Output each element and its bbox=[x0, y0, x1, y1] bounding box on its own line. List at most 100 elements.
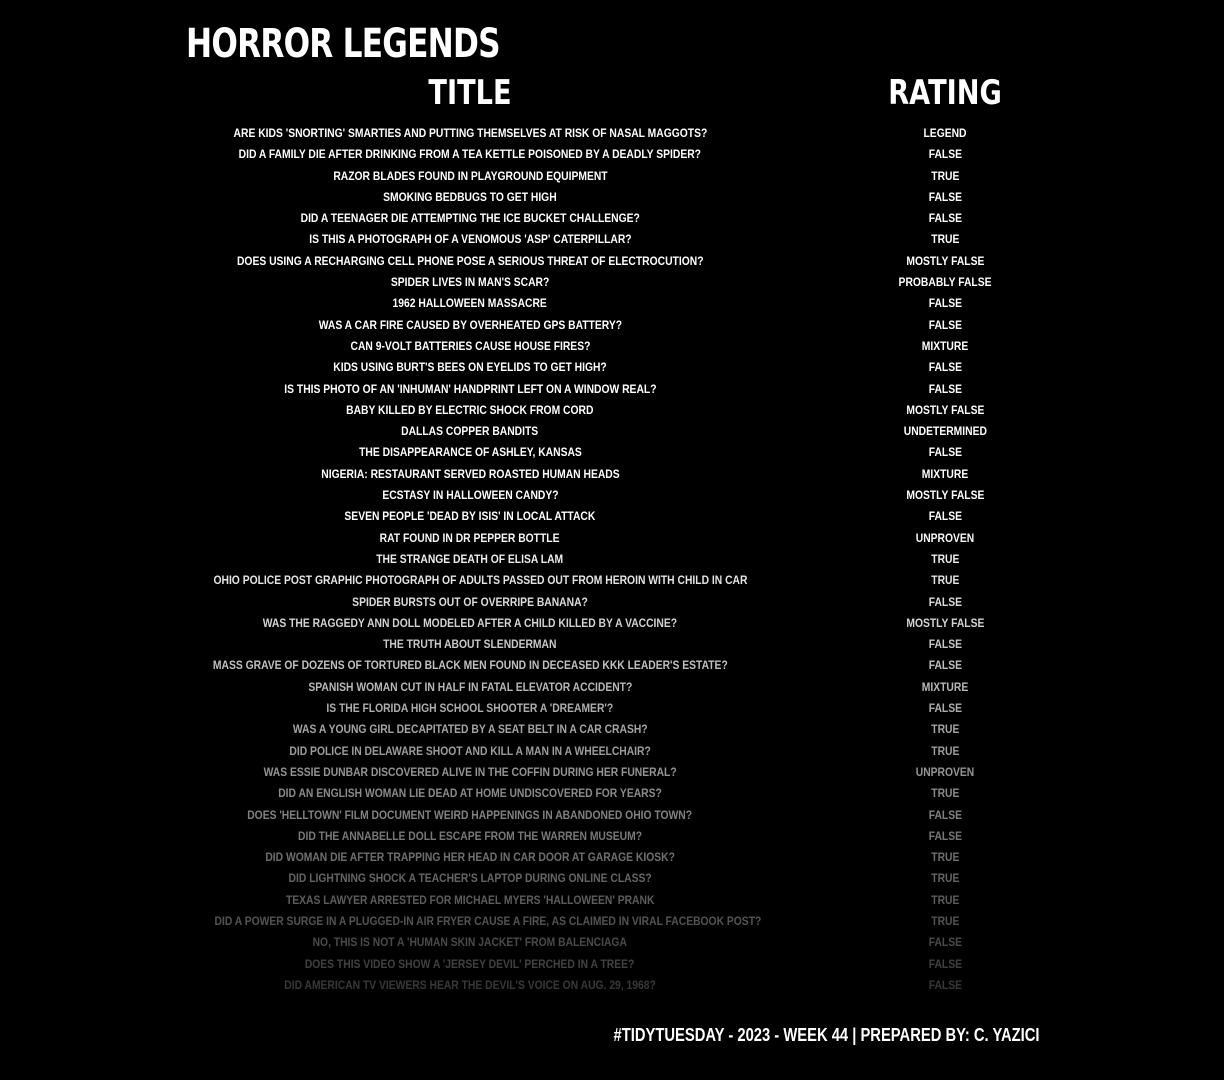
row-rating-text: True bbox=[930, 913, 960, 928]
row-title-text: Is This Photo of an 'Inhuman' Handprint … bbox=[283, 381, 657, 396]
row-title-text: Ecstasy in Halloween Candy? bbox=[381, 488, 559, 503]
row-rating: True bbox=[845, 890, 1045, 911]
table-row: Was Essie Dunbar Discovered Alive in the… bbox=[0, 762, 1224, 783]
row-rating: False bbox=[845, 655, 1045, 676]
row-title: Is the Florida High School Shooter a 'Dr… bbox=[170, 698, 770, 719]
column-header-rating-label: RATING bbox=[888, 73, 1002, 113]
row-rating: False bbox=[845, 144, 1045, 165]
row-title: Does 'Helltown' Film Document Weird Happ… bbox=[170, 805, 770, 826]
row-title: Did a family die after drinking from a t… bbox=[170, 144, 770, 165]
table-row: Seven People 'Dead by ISIS' in Local Att… bbox=[0, 506, 1224, 527]
row-rating: True bbox=[845, 166, 1045, 187]
row-title-text: No, This Is Not a 'Human Skin Jacket' fr… bbox=[312, 935, 628, 950]
row-rating: True bbox=[845, 549, 1045, 570]
row-title-text: Did an English Woman Lie Dead at Home Un… bbox=[278, 786, 662, 801]
row-rating: False bbox=[845, 826, 1045, 847]
row-rating: False bbox=[845, 442, 1045, 463]
row-rating: False bbox=[845, 315, 1045, 336]
row-title-text: Smoking Bedbugs to Get High bbox=[383, 189, 557, 204]
table-row: Are kids 'snorting' Smarties and putting… bbox=[0, 123, 1224, 144]
row-title-text: Did a family die after drinking from a t… bbox=[238, 147, 702, 162]
row-title: Did Lightning Shock a Teacher's Laptop D… bbox=[170, 868, 770, 889]
row-title-text: Is This a Photograph of a Venomous 'Asp'… bbox=[308, 232, 632, 247]
column-header-rating: RATING bbox=[845, 70, 1045, 116]
row-rating-text: True bbox=[930, 871, 960, 886]
table-row: Did the Annabelle Doll Escape from the W… bbox=[0, 826, 1224, 847]
row-rating-text: False bbox=[928, 956, 962, 971]
row-title-text: Seven People 'Dead by ISIS' in Local Att… bbox=[344, 509, 596, 524]
table-row: Was the Raggedy Ann Doll Modeled After a… bbox=[0, 613, 1224, 634]
row-title-text: Does This Video Show a 'Jersey Devil' Pe… bbox=[305, 956, 635, 971]
row-rating-text: False bbox=[928, 317, 962, 332]
table-row: Nigeria: Restaurant Served Roasted Human… bbox=[0, 464, 1224, 485]
row-title-text: Razor Blades Found in Playground Equipme… bbox=[332, 168, 608, 183]
row-title-text: The Strange Death of Elisa Lam bbox=[376, 551, 564, 566]
table-row: Does 'Helltown' Film Document Weird Happ… bbox=[0, 805, 1224, 826]
row-rating-text: Mixture bbox=[921, 338, 969, 353]
row-title: Spider Lives in Man's Scar? bbox=[170, 272, 770, 293]
row-title: Ecstasy in Halloween Candy? bbox=[170, 485, 770, 506]
row-title: Did an English Woman Lie Dead at Home Un… bbox=[170, 783, 770, 804]
row-title: Did American TV Viewers Hear the Devil's… bbox=[170, 975, 770, 996]
row-title-text: Did a Power Surge in a Plugged-In Air Fr… bbox=[214, 913, 762, 928]
row-rating: False bbox=[845, 592, 1045, 613]
row-title: Did Police in Delaware Shoot and Kill a … bbox=[170, 741, 770, 762]
row-title-text: Did Police in Delaware Shoot and Kill a … bbox=[289, 743, 651, 758]
row-rating: Mixture bbox=[845, 677, 1045, 698]
row-rating-text: False bbox=[928, 296, 962, 311]
row-rating-text: False bbox=[928, 701, 962, 716]
table-row: Did a Power Surge in a Plugged-In Air Fr… bbox=[0, 911, 1224, 932]
row-rating-text: Mixture bbox=[921, 466, 969, 481]
table-row: Is This a Photograph of a Venomous 'Asp'… bbox=[0, 229, 1224, 250]
row-title-text: Texas Lawyer Arrested for Michael Myers … bbox=[285, 892, 655, 907]
row-rating-text: False bbox=[928, 381, 962, 396]
row-rating-text: True bbox=[930, 168, 960, 183]
row-title-text: The Truth About Slenderman bbox=[383, 637, 557, 652]
row-rating-text: True bbox=[930, 232, 960, 247]
row-rating-text: False bbox=[928, 828, 962, 843]
row-rating: False bbox=[845, 698, 1045, 719]
table-row: Did Woman Die After Trapping Her Head in… bbox=[0, 847, 1224, 868]
table-row: Did an English Woman Lie Dead at Home Un… bbox=[0, 783, 1224, 804]
row-title-text: Did the Annabelle Doll Escape from the W… bbox=[297, 828, 642, 843]
row-rating: Unproven bbox=[845, 762, 1045, 783]
row-rating-text: False bbox=[928, 189, 962, 204]
row-title: Nigeria: Restaurant Served Roasted Human… bbox=[170, 464, 770, 485]
row-title: The Strange Death of Elisa Lam bbox=[170, 549, 770, 570]
row-title: Kids Using Burt's Bees on Eyelids to Get… bbox=[170, 357, 770, 378]
row-title-text: Spanish Woman Cut in Half in Fatal Eleva… bbox=[308, 679, 632, 694]
row-rating: False bbox=[845, 357, 1045, 378]
row-rating: False bbox=[845, 975, 1045, 996]
row-rating-text: Mostly False bbox=[906, 253, 984, 268]
row-title-text: Was a Car Fire Caused by Overheated GPS … bbox=[318, 317, 622, 332]
row-rating-text: True bbox=[930, 722, 960, 737]
legends-table: Are kids 'snorting' Smarties and putting… bbox=[0, 123, 1224, 996]
table-row: Ohio Police Post Graphic Photograph of A… bbox=[0, 570, 1224, 591]
row-title-text: Spider Bursts Out of Overripe Banana? bbox=[352, 594, 588, 609]
table-row: Can 9-Volt Batteries Cause House Fires? M… bbox=[0, 336, 1224, 357]
row-rating: False bbox=[845, 506, 1045, 527]
row-rating-text: False bbox=[928, 977, 962, 992]
row-rating: Mostly False bbox=[845, 251, 1045, 272]
row-rating-text: False bbox=[928, 147, 962, 162]
row-rating: True bbox=[845, 911, 1045, 932]
row-title: Can 9-Volt Batteries Cause House Fires? bbox=[170, 336, 770, 357]
row-rating-text: Legend bbox=[923, 126, 967, 140]
row-rating-text: True bbox=[930, 786, 960, 801]
row-rating-text: True bbox=[930, 551, 960, 566]
row-rating: Mostly False bbox=[845, 613, 1045, 634]
table-row: Did American TV Viewers Hear the Devil's… bbox=[0, 975, 1224, 996]
row-rating: True bbox=[845, 847, 1045, 868]
table-row: Spider Bursts Out of Overripe Banana? Fal… bbox=[0, 592, 1224, 613]
row-title-text: Was a Young Girl Decapitated by a Seat B… bbox=[292, 722, 648, 737]
row-rating: False bbox=[845, 634, 1045, 655]
row-title-text: Was Essie Dunbar Discovered Alive in the… bbox=[263, 764, 677, 779]
row-rating-text: False bbox=[928, 509, 962, 524]
row-rating: True bbox=[845, 719, 1045, 740]
row-title-text: Can 9-Volt Batteries Cause House Fires? bbox=[350, 338, 590, 353]
row-rating-text: True bbox=[930, 743, 960, 758]
row-rating: Undetermined bbox=[845, 421, 1045, 442]
row-title: Are kids 'snorting' Smarties and putting… bbox=[170, 123, 770, 144]
table-row: Razor Blades Found in Playground Equipme… bbox=[0, 166, 1224, 187]
row-rating: False bbox=[845, 379, 1045, 400]
